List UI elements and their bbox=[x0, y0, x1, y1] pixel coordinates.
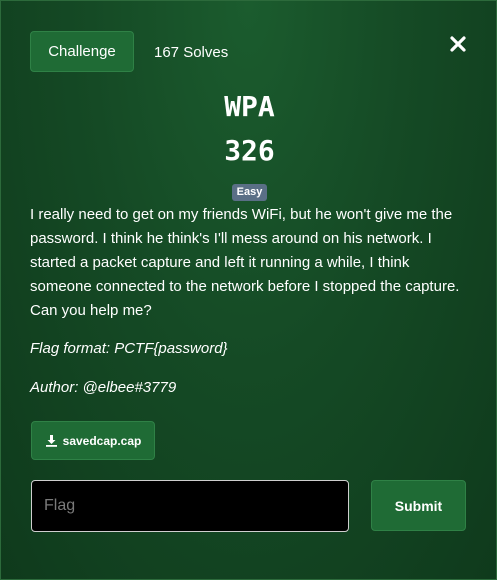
flag-input[interactable] bbox=[31, 480, 349, 532]
download-icon bbox=[45, 434, 58, 447]
difficulty-badge: Easy bbox=[231, 184, 268, 201]
tab-challenge[interactable]: Challenge bbox=[30, 31, 134, 72]
challenge-modal: Challenge 167 Solves WPA 326 Easy I real… bbox=[0, 0, 497, 580]
author-text: Author: @elbee#3779 bbox=[30, 379, 177, 396]
file-name: savedcap.cap bbox=[62, 433, 142, 448]
submit-button[interactable]: Submit bbox=[371, 480, 466, 531]
challenge-points: 326 bbox=[224, 134, 275, 167]
close-icon[interactable] bbox=[449, 35, 467, 53]
challenge-name: WPA bbox=[224, 90, 275, 123]
challenge-description: I really need to get on my friends WiFi,… bbox=[30, 206, 460, 319]
flag-format-text: Flag format: PCTF{password} bbox=[30, 340, 228, 357]
download-file-button[interactable]: savedcap.cap bbox=[31, 421, 155, 460]
solves-count: 167 Solves bbox=[154, 44, 229, 61]
